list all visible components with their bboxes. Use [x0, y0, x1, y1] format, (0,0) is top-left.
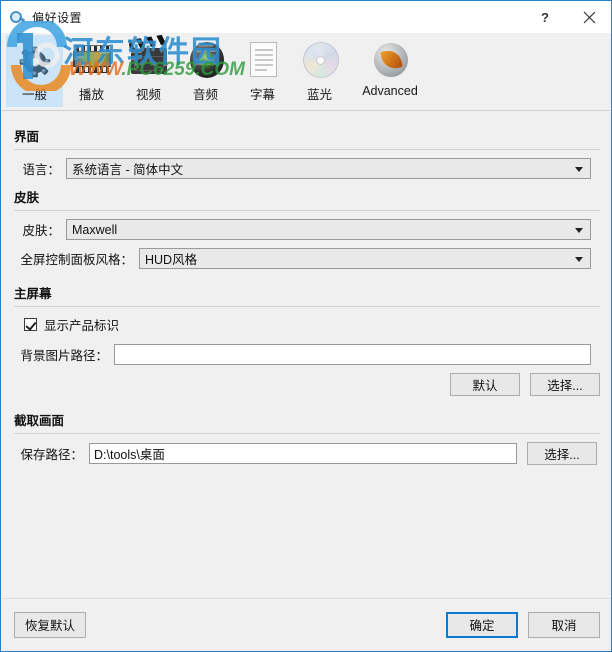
- show-logo-label: 显示产品标识: [44, 319, 120, 333]
- section-divider: [14, 149, 600, 150]
- close-icon: [583, 11, 595, 23]
- tab-audio[interactable]: 音频: [177, 35, 234, 107]
- help-button[interactable]: ?: [523, 2, 567, 32]
- skin-label: 皮肤：: [22, 224, 60, 238]
- settings-content: 界面 语言： 系统语言 - 简体中文 皮肤 皮肤： Maxwell 全屏控制面板…: [2, 112, 611, 599]
- tab-subtitle[interactable]: 字幕: [234, 35, 291, 107]
- chevron-down-icon: [575, 166, 583, 172]
- preferences-icon: [9, 9, 26, 26]
- tab-label: 播放: [78, 88, 104, 102]
- disc-icon: [298, 38, 342, 82]
- skin-select[interactable]: Maxwell: [66, 219, 591, 240]
- tab-label: 蓝光: [306, 88, 332, 102]
- section-divider: [14, 433, 600, 434]
- tab-label: 字幕: [249, 88, 275, 102]
- tab-playback[interactable]: 播放: [63, 35, 120, 107]
- bg-default-button[interactable]: 默认: [450, 373, 520, 396]
- window-title: 偏好设置: [32, 10, 83, 25]
- skin-value: Maxwell: [72, 222, 118, 237]
- bg-path-input[interactable]: [114, 344, 591, 365]
- section-divider: [14, 306, 600, 307]
- tab-advanced[interactable]: Advanced: [348, 35, 432, 107]
- row-bg-path: 背景图片路径：: [14, 344, 600, 365]
- tab-label: 一般: [21, 88, 47, 102]
- ok-button[interactable]: 确定: [446, 611, 518, 638]
- save-path-browse-button[interactable]: 选择...: [527, 442, 597, 465]
- preferences-dialog: 偏好设置 ? 一般 播放 视频 音频 字幕 蓝光 Advanced 河东软件园 …: [0, 0, 612, 652]
- save-path-label: 保存路径：: [20, 448, 83, 462]
- tab-label: 视频: [135, 88, 161, 102]
- panel-style-select[interactable]: HUD风格: [139, 248, 591, 269]
- language-label: 语言：: [22, 163, 60, 177]
- row-skin: 皮肤： Maxwell: [14, 219, 600, 240]
- tab-video[interactable]: 视频: [120, 34, 177, 107]
- advanced-icon: [368, 38, 412, 82]
- restore-defaults-button[interactable]: 恢复默认: [14, 611, 86, 638]
- save-path-input[interactable]: D:\tools\桌面: [89, 443, 517, 464]
- cancel-button[interactable]: 取消: [528, 611, 600, 638]
- chevron-down-icon: [575, 256, 583, 262]
- speaker-icon: [184, 38, 228, 82]
- mainscreen-buttons: 默认 选择...: [14, 373, 600, 396]
- section-title-interface: 界面: [14, 130, 40, 144]
- show-logo-checkbox-row[interactable]: 显示产品标识: [24, 315, 600, 334]
- tab-label: 音频: [192, 88, 218, 102]
- chevron-down-icon: [575, 227, 583, 233]
- row-save-path: 保存路径： D:\tools\桌面 选择...: [14, 442, 600, 465]
- tab-general[interactable]: 一般: [6, 35, 63, 107]
- language-select[interactable]: 系统语言 - 简体中文: [66, 158, 591, 179]
- row-language: 语言： 系统语言 - 简体中文: [14, 158, 600, 179]
- document-icon: [241, 38, 285, 82]
- music-note-icon: [91, 58, 101, 71]
- close-button[interactable]: [567, 2, 611, 32]
- bg-browse-button[interactable]: 选择...: [530, 373, 600, 396]
- clapper-icon: [127, 34, 171, 82]
- panel-style-value: HUD风格: [145, 253, 198, 267]
- show-logo-checkbox[interactable]: [24, 318, 37, 331]
- section-divider: [14, 210, 600, 211]
- tab-strip: 一般 播放 视频 音频 字幕 蓝光 Advanced: [2, 33, 610, 111]
- bg-path-label: 背景图片路径：: [20, 349, 108, 363]
- film-icon: [70, 38, 114, 82]
- tab-bluray[interactable]: 蓝光: [291, 35, 348, 107]
- section-title-mainscreen: 主屏幕: [14, 287, 52, 301]
- gear-icon: [13, 38, 57, 82]
- dialog-footer: 恢复默认 确定 取消: [2, 598, 611, 650]
- section-title-capture: 截取画面: [14, 414, 65, 428]
- tab-label: Advanced: [362, 84, 418, 98]
- row-panel-style: 全屏控制面板风格： HUD风格: [14, 248, 600, 269]
- language-value: 系统语言 - 简体中文: [72, 163, 184, 177]
- section-title-skin: 皮肤: [14, 191, 40, 205]
- save-path-value: D:\tools\桌面: [94, 448, 165, 462]
- title-bar: 偏好设置 ?: [1, 1, 611, 33]
- panel-style-label: 全屏控制面板风格：: [20, 253, 133, 267]
